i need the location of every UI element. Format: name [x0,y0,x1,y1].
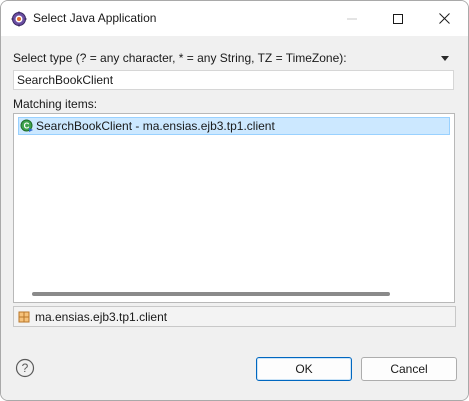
filter-label: Select type (? = any character, * = any … [13,51,347,65]
horizontal-scrollbar[interactable] [32,292,390,296]
close-icon [438,13,450,24]
minimize-button[interactable] [329,1,375,36]
ok-button[interactable]: OK [256,357,352,381]
view-menu-icon[interactable] [441,56,449,61]
select-java-application-dialog: Select Java Application Select type (? =… [0,0,469,401]
close-button[interactable] [421,1,467,36]
java-class-main-icon: C [20,119,33,132]
dialog-content: Select type (? = any character, * = any … [1,36,468,400]
window-title: Select Java Application [33,11,157,25]
eclipse-gear-icon [11,11,27,27]
maximize-button[interactable] [375,1,421,36]
matching-items-label: Matching items: [13,97,98,111]
package-label: ma.ensias.ejb3.tp1.client [35,309,168,324]
svg-text:C: C [24,122,30,131]
list-item[interactable]: C SearchBookClient - ma.ensias.ejb3.tp1.… [18,117,450,135]
minimize-icon [347,18,357,19]
maximize-icon [393,13,403,24]
matching-items-list[interactable]: C SearchBookClient - ma.ensias.ejb3.tp1.… [13,113,455,303]
package-icon [18,311,30,322]
list-item-label: SearchBookClient - ma.ensias.ejb3.tp1.cl… [36,119,275,133]
cancel-button[interactable]: Cancel [361,357,457,381]
svg-text:?: ? [22,361,29,375]
title-bar[interactable]: Select Java Application [1,1,468,36]
help-icon[interactable]: ? [15,358,35,378]
details-pane: ma.ensias.ejb3.tp1.client [13,306,456,327]
filter-input[interactable] [13,70,454,90]
